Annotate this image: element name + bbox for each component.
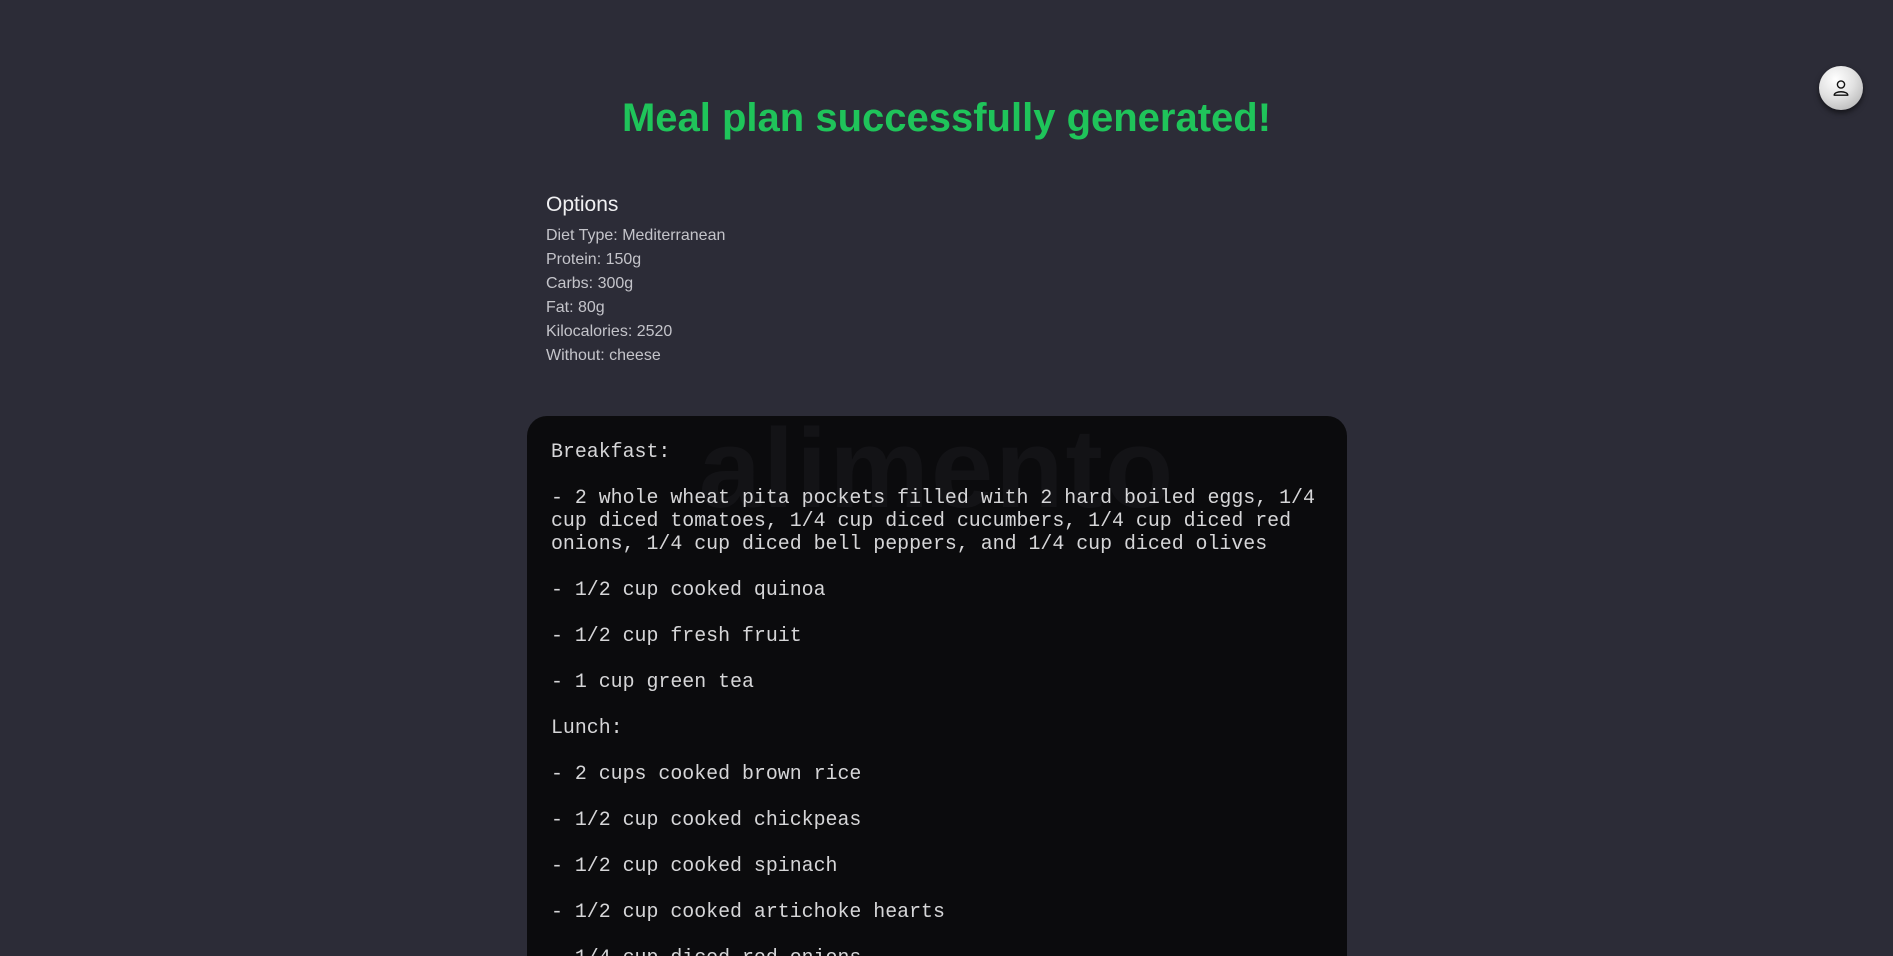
option-diet-type: Diet Type: Mediterranean xyxy=(546,227,726,244)
options-heading: Options xyxy=(546,193,619,216)
meal-plan-text: Breakfast: - 2 whole wheat pita pockets f… xyxy=(527,416,1347,956)
meal-item: - 1 cup green tea xyxy=(551,670,754,693)
meal-plan-box[interactable]: alimento Breakfast: - 2 whole wheat pita … xyxy=(527,416,1347,956)
meal-item: - 1/2 cup cooked spinach xyxy=(551,854,838,877)
meal-item: - 2 cups cooked brown rice xyxy=(551,762,862,785)
meal-heading: Breakfast: xyxy=(551,440,671,463)
option-protein: Protein: 150g xyxy=(546,251,642,268)
meal-item: - 1/2 cup fresh fruit xyxy=(551,624,802,647)
person-icon xyxy=(1833,80,1849,96)
meal-heading: Lunch: xyxy=(551,716,623,739)
option-kilocalories: Kilocalories: 2520 xyxy=(546,323,673,340)
option-fat: Fat: 80g xyxy=(546,299,605,316)
meal-item: - 1/4 cup diced red onions xyxy=(551,946,1323,956)
page-title: Meal plan successfully generated! xyxy=(621,96,1272,140)
meal-item: - 1/2 cup cooked chickpeas xyxy=(551,808,862,831)
option-without: Without: cheese xyxy=(546,347,661,364)
options-panel: Options Diet Type: Mediterranean Protein… xyxy=(546,192,1146,368)
meal-item: - 2 whole wheat pita pockets filled with… xyxy=(551,486,1327,555)
option-carbs: Carbs: 300g xyxy=(546,275,634,292)
meal-item: - 1/2 cup cooked quinoa xyxy=(551,578,826,601)
meal-item: - 1/2 cup cooked artichoke hearts xyxy=(551,900,945,923)
options-list: Diet Type: Mediterranean Protein: 150g C… xyxy=(546,224,1146,368)
